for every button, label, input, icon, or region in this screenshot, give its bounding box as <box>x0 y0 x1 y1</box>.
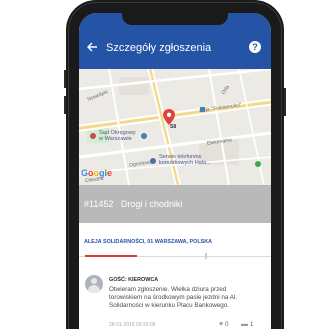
tab-separator <box>205 253 207 259</box>
comment-count: 1 <box>250 321 254 328</box>
report-address: ALEJA SOLIDARNOŚCI, 01 WARSZAWA, POLSKA <box>84 239 212 245</box>
comments-button[interactable]: ▬ 1 <box>241 321 253 328</box>
phone-notch <box>122 12 228 25</box>
map-label-court: Sąd Okręgowy w Warszawie <box>99 130 136 142</box>
bus-stop-icon <box>200 107 205 112</box>
google-logo: Google <box>81 168 113 178</box>
help-icon[interactable]: ? <box>249 41 261 53</box>
location-map[interactable]: Nowolipki Elektoralna Orla Ogrodowa Chło… <box>79 69 271 185</box>
page-title: Szczegóły zgłoszenia <box>106 42 212 54</box>
avatar-head <box>91 278 97 284</box>
heart-icon: ♥ <box>219 321 224 328</box>
map-label-service: Serwis telefonów komórkowych Hala... <box>159 154 211 166</box>
service-pin-icon <box>150 158 156 164</box>
avatar-body <box>88 285 100 293</box>
back-arrow-icon[interactable] <box>86 41 100 55</box>
tab-active-indicator[interactable] <box>85 255 137 257</box>
report-header-band: #11452 Drogi i chodniki <box>79 185 271 223</box>
comment-date: 28-01-2019 09:20:08 <box>109 322 156 328</box>
tram-icon <box>255 161 261 167</box>
app-screen: Szczegóły zgłoszenia ? Nowolipki Elektor… <box>79 13 271 329</box>
like-count: 0 <box>225 321 229 328</box>
like-button[interactable]: ♥ 0 <box>219 321 229 328</box>
report-category: Drogi i chodniki <box>120 199 183 209</box>
avatar <box>85 275 103 293</box>
comment-text: Otwieram zgłoszenie. Wielka dziura przed… <box>109 286 238 309</box>
report-id: #11452 <box>84 199 114 209</box>
transit-icon <box>141 133 147 139</box>
phone-power-button <box>284 88 286 116</box>
comment-author: GOŚĆ: KIEROWCA <box>109 277 159 283</box>
court-pin-icon <box>90 133 96 139</box>
comment-bubble-icon: ▬ <box>241 321 248 328</box>
report-title: #11452 Drogi i chodniki <box>84 199 182 209</box>
